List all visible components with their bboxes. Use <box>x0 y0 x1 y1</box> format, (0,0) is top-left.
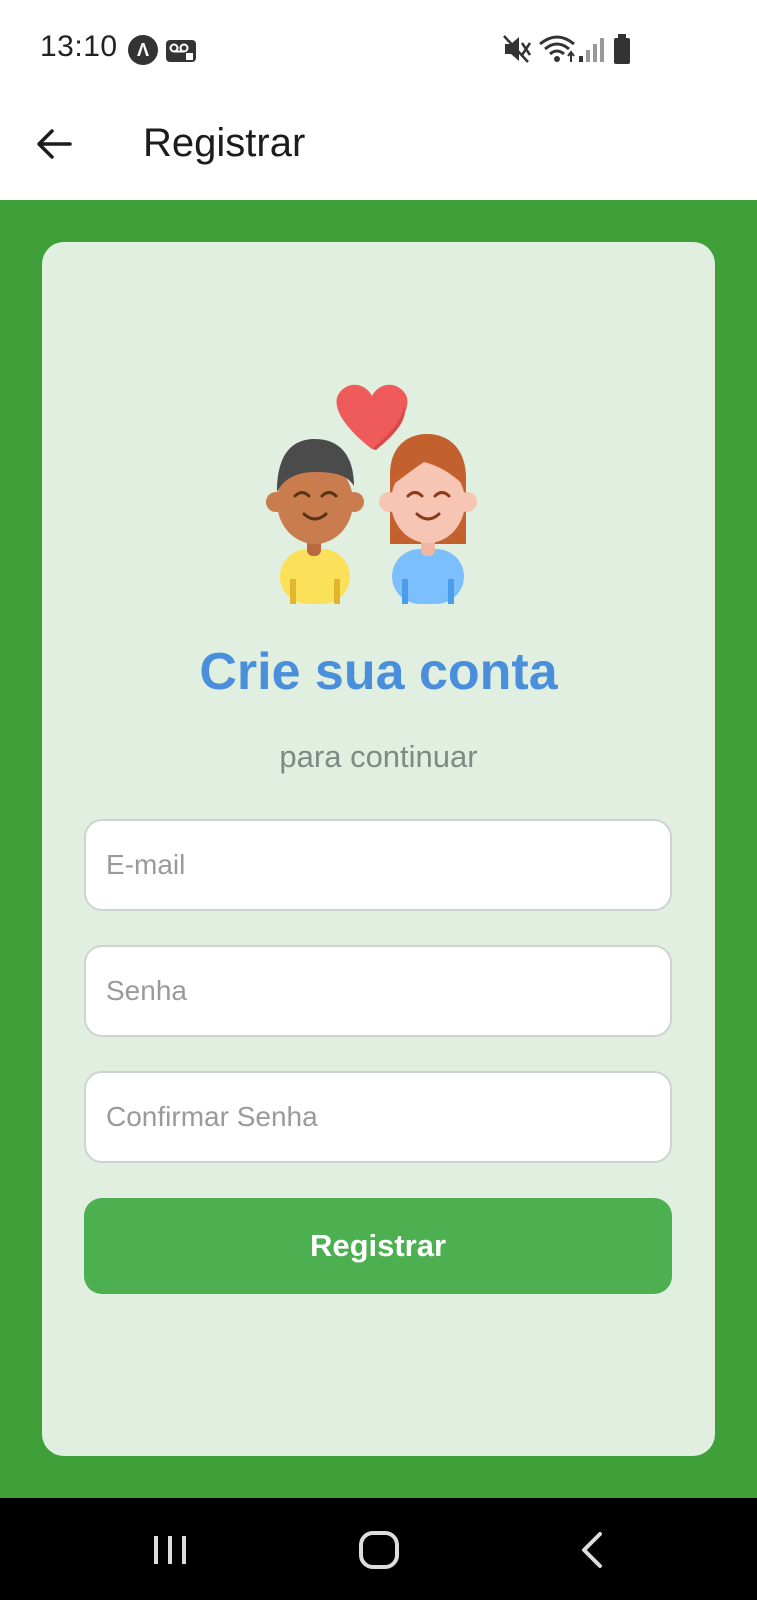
couple-with-heart-illustration <box>266 384 477 604</box>
email-field[interactable] <box>84 819 672 911</box>
system-nav-bar <box>0 1498 757 1600</box>
register-card: Crie sua conta para continuar Registrar <box>42 242 715 1456</box>
card-title: Crie sua conta <box>199 643 558 701</box>
signal-icon <box>579 38 604 62</box>
back-icon[interactable] <box>570 1528 614 1572</box>
home-icon[interactable] <box>357 1528 401 1572</box>
wifi-icon <box>539 35 575 62</box>
back-arrow-icon[interactable] <box>30 120 78 168</box>
password-field[interactable] <box>84 945 672 1037</box>
status-time: 13:10 <box>40 30 118 63</box>
app-bar: Registrar <box>0 100 757 200</box>
recents-icon[interactable] <box>148 1528 192 1572</box>
screen-background: Crie sua conta para continuar Registrar <box>0 200 757 1498</box>
confirm-password-field[interactable] <box>84 1071 672 1163</box>
voicemail-icon <box>166 40 196 62</box>
mute-icon <box>503 35 532 63</box>
register-button[interactable]: Registrar <box>84 1198 672 1294</box>
status-bar: 13:10 Λ <box>0 0 757 100</box>
notification-app-icon: Λ <box>128 35 158 65</box>
battery-icon <box>614 34 630 64</box>
card-subtitle: para continuar <box>279 739 478 774</box>
page-title: Registrar <box>143 121 306 165</box>
